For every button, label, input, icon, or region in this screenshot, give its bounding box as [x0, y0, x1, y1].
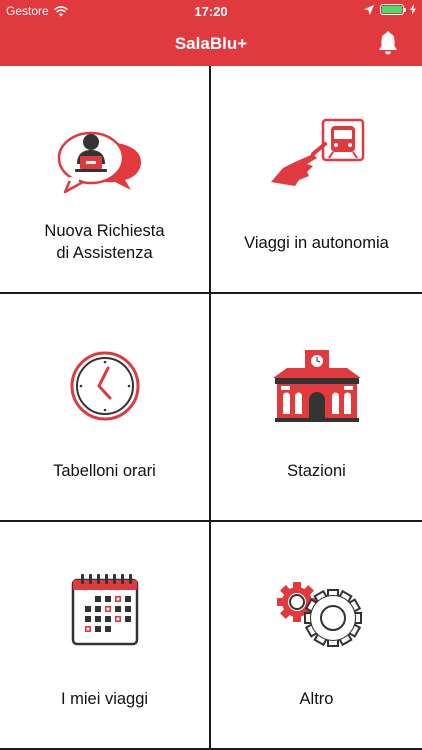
charging-bolt-icon [410, 4, 416, 15]
station-icon [272, 350, 361, 422]
calendar-icon [71, 574, 138, 646]
menu-item-label: Tabelloni orari [53, 462, 156, 480]
status-bar: Gestore 17:20 [0, 0, 422, 22]
menu-item-autonomous-travel[interactable]: Viaggi in autonomia [211, 66, 422, 294]
label-line-2: di Assistenza [56, 244, 153, 262]
menu-item-label: I miei viaggi [60, 690, 149, 708]
clock-icon [70, 351, 139, 421]
menu-item-label: Nuova Richiesta di Assistenza [0, 220, 209, 264]
nav-bar: SalaBlu+ [0, 22, 422, 66]
gears-icon [276, 582, 362, 647]
autonomous-travel-icon [270, 118, 364, 186]
menu-item-my-trips[interactable]: I miei viaggi [0, 522, 211, 750]
menu-item-label: Stazioni [287, 462, 346, 480]
app-title: SalaBlu+ [174, 34, 248, 53]
label-line-1: Nuova Richiesta [44, 222, 165, 240]
menu-item-label: Altro [299, 690, 334, 708]
menu-item-timetables[interactable]: Tabelloni orari [0, 294, 211, 522]
menu-item-stations[interactable]: Stazioni [211, 294, 422, 522]
battery-icon [380, 4, 406, 15]
bell-icon[interactable] [374, 30, 402, 58]
menu-item-other[interactable]: Altro [211, 522, 422, 750]
location-arrow-icon [364, 4, 374, 15]
main-menu-grid: Nuova Richiesta di Assistenza Viaggi in … [0, 66, 422, 750]
status-time: 17:20 [194, 4, 228, 19]
menu-item-new-assistance-request[interactable]: Nuova Richiesta di Assistenza [0, 66, 211, 294]
menu-item-label: Viaggi in autonomia [244, 234, 389, 252]
assistance-request-icon [57, 131, 141, 194]
